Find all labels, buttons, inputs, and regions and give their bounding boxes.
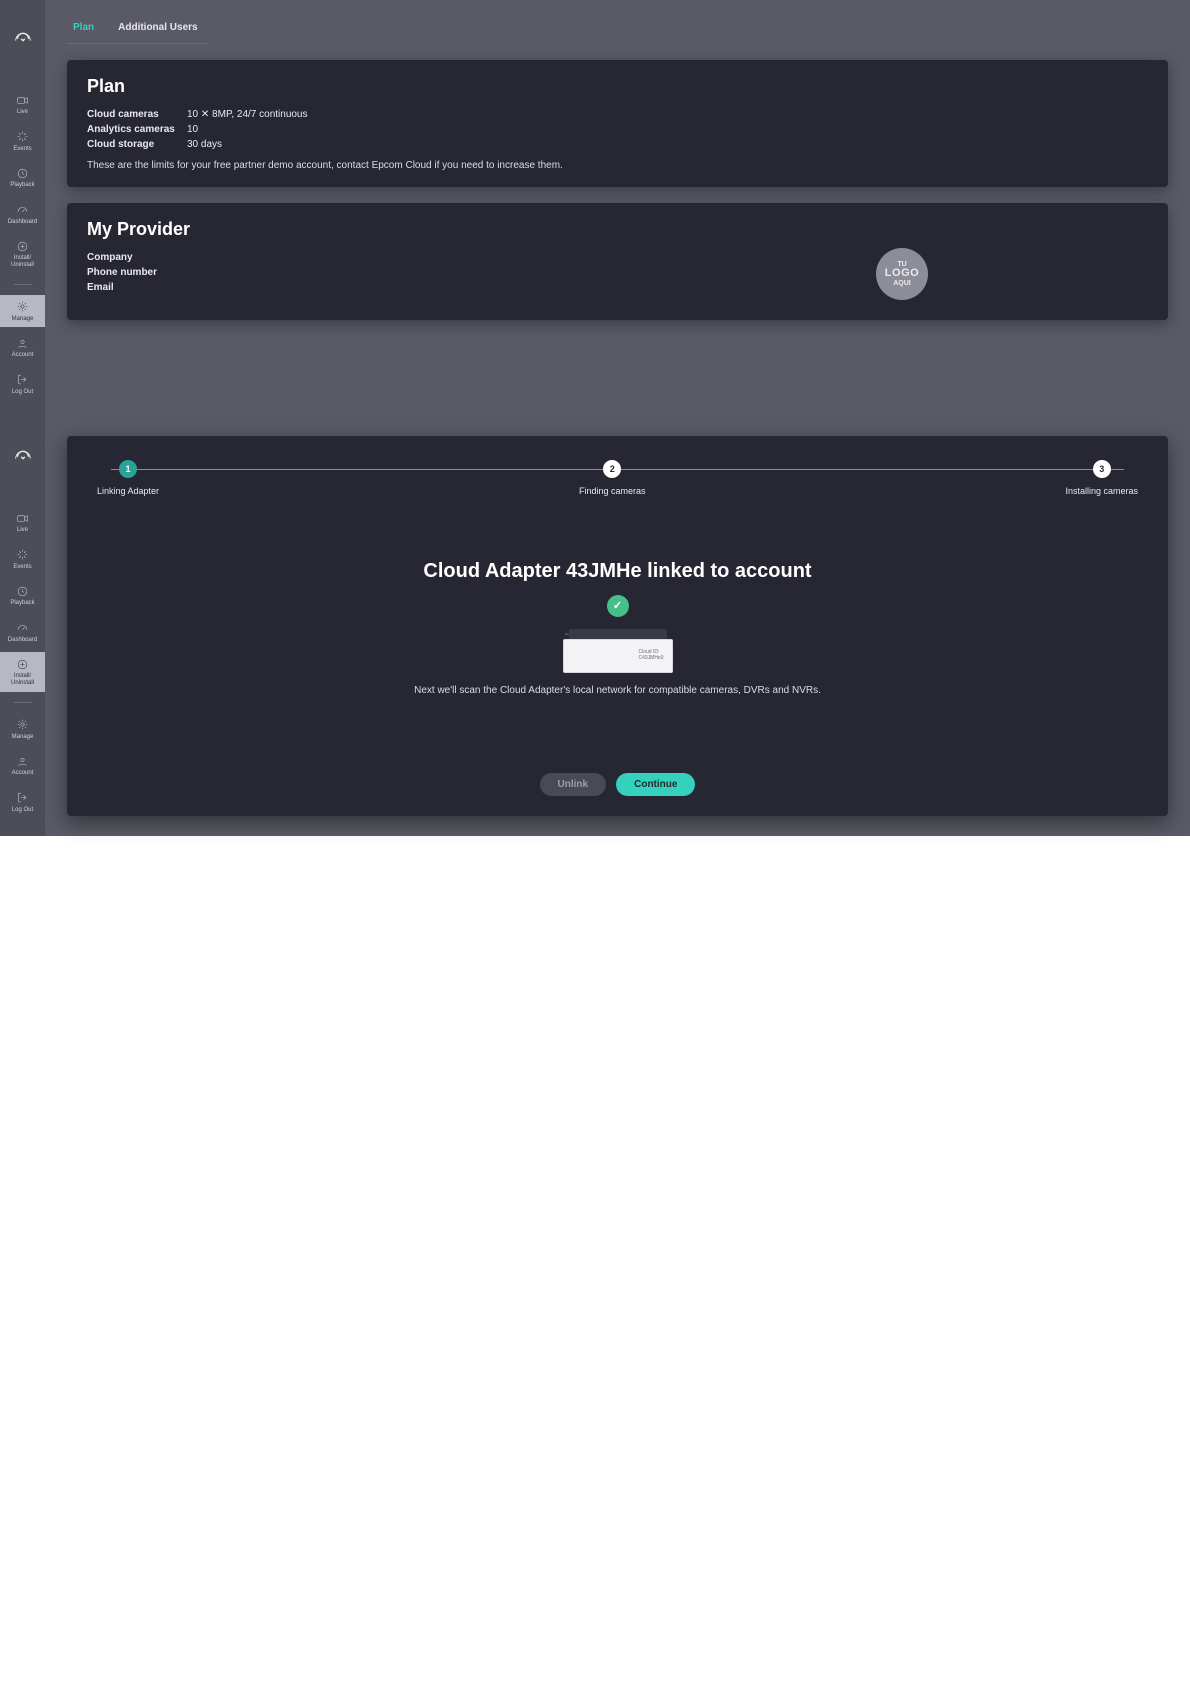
- step-1[interactable]: 1 Linking Adapter: [97, 460, 159, 496]
- sidebar-item-dashboard[interactable]: Dashboard: [0, 198, 45, 231]
- rewind-icon: [16, 584, 30, 598]
- sidebar: Live Events Playback Dashboard Install/ …: [0, 0, 45, 418]
- sidebar-item-label: Account: [12, 770, 34, 777]
- wizard-center: Cloud Adapter 43JMHe linked to account ✓…: [97, 504, 1138, 751]
- sidebar-item-playback[interactable]: Playback: [0, 161, 45, 194]
- main-content: Plan Additional Users Plan Cloud cameras…: [45, 0, 1190, 418]
- plan-row-val: 10 ✕ 8MP, 24/7 continuous: [187, 109, 308, 120]
- sidebar-item-label: Dashboard: [8, 219, 37, 226]
- wizard-subtitle: Next we'll scan the Cloud Adapter's loca…: [414, 685, 821, 696]
- plan-row-val: 30 days: [187, 139, 222, 150]
- sidebar-item-manage[interactable]: Manage: [0, 713, 45, 746]
- sidebar-item-manage[interactable]: Manage: [0, 295, 45, 328]
- step-label: Linking Adapter: [97, 486, 159, 496]
- provider-title: My Provider: [87, 219, 1148, 240]
- user-icon: [16, 336, 30, 350]
- logout-icon: [16, 791, 30, 805]
- sidebar-item-dashboard[interactable]: Dashboard: [0, 616, 45, 649]
- sidebar-item-live[interactable]: Live: [0, 88, 45, 121]
- sidebar-item-label: Install/ Uninstall: [11, 255, 34, 268]
- sidebar-item-logout[interactable]: Log Out: [0, 786, 45, 819]
- sidebar-item-account[interactable]: Account: [0, 749, 45, 782]
- logout-icon: [16, 373, 30, 387]
- sidebar-item-label: Manage: [12, 734, 34, 741]
- sidebar-item-label: Events: [13, 146, 31, 153]
- sidebar: Live Events Playback Dashboard Install/ …: [0, 418, 45, 836]
- step-number: 2: [603, 460, 621, 478]
- sidebar-item-label: Manage: [12, 316, 34, 323]
- tabs: Plan Additional Users: [67, 18, 1168, 42]
- sidebar-item-label: Live: [17, 109, 28, 116]
- unlink-button[interactable]: Unlink: [540, 773, 607, 796]
- continue-button[interactable]: Continue: [616, 773, 695, 796]
- sidebar-item-label: Live: [17, 527, 28, 534]
- sidebar-item-label: Log Out: [12, 807, 33, 814]
- wizard-panel: 1 Linking Adapter 2 Finding cameras 3 In…: [67, 436, 1168, 816]
- sidebar-divider: [14, 702, 32, 703]
- plan-title: Plan: [87, 76, 1148, 97]
- step-number: 1: [119, 460, 137, 478]
- sidebar-item-live[interactable]: Live: [0, 506, 45, 539]
- step-label: Finding cameras: [579, 486, 646, 496]
- brand-logo-icon: [12, 444, 34, 466]
- sidebar-item-account[interactable]: Account: [0, 331, 45, 364]
- sparkles-icon: [16, 548, 30, 562]
- sparkles-icon: [16, 130, 30, 144]
- step-2[interactable]: 2 Finding cameras: [579, 460, 646, 496]
- brand-logo-icon: [12, 26, 34, 48]
- wizard-content: 1 Linking Adapter 2 Finding cameras 3 In…: [45, 418, 1190, 836]
- tab-plan[interactable]: Plan: [67, 18, 100, 42]
- provider-row-key: Company: [87, 252, 187, 263]
- user-icon: [16, 754, 30, 768]
- gear-icon: [16, 718, 30, 732]
- provider-row-key: Phone number: [87, 267, 187, 278]
- sidebar-item-events[interactable]: Events: [0, 543, 45, 576]
- plus-circle-icon: [16, 239, 30, 253]
- device-tag-value: C43JMHe0: [638, 656, 663, 662]
- sidebar-item-playback[interactable]: Playback: [0, 579, 45, 612]
- logo-line: AQUI: [893, 280, 911, 287]
- manage-plan-screen: Live Events Playback Dashboard Install/ …: [0, 0, 1190, 418]
- sidebar-item-label: Playback: [10, 182, 34, 189]
- plan-row-val: 10: [187, 124, 198, 135]
- plan-note: These are the limits for your free partn…: [87, 160, 1148, 171]
- sidebar-item-label: Dashboard: [8, 637, 37, 644]
- sidebar-divider: [14, 284, 32, 285]
- rewind-icon: [16, 166, 30, 180]
- device-illustration: Cloud ID: C43JMHe0: [563, 629, 673, 673]
- wizard-title: Cloud Adapter 43JMHe linked to account: [423, 560, 811, 583]
- gauge-icon: [16, 203, 30, 217]
- sidebar-item-install[interactable]: Install/ Uninstall: [0, 234, 45, 273]
- sidebar-item-label: Log Out: [12, 389, 33, 396]
- step-number: 3: [1093, 460, 1111, 478]
- plan-row-key: Cloud storage: [87, 139, 187, 150]
- sidebar-item-label: Account: [12, 352, 34, 359]
- tab-additional-users[interactable]: Additional Users: [112, 18, 203, 42]
- check-icon: ✓: [607, 595, 629, 617]
- sidebar-item-label: Install/ Uninstall: [11, 673, 34, 686]
- gear-icon: [16, 300, 30, 314]
- gauge-icon: [16, 621, 30, 635]
- stepper: 1 Linking Adapter 2 Finding cameras 3 In…: [97, 460, 1138, 496]
- step-3[interactable]: 3 Installing cameras: [1065, 460, 1138, 496]
- sidebar-item-install[interactable]: Install/ Uninstall: [0, 652, 45, 691]
- camera-icon: [16, 511, 30, 525]
- sidebar-item-events[interactable]: Events: [0, 125, 45, 158]
- plan-panel: Plan Cloud cameras10 ✕ 8MP, 24/7 continu…: [67, 60, 1168, 187]
- provider-logo-placeholder: TU LOGO AQUI: [876, 248, 928, 300]
- provider-panel: My Provider Company Phone number Email T…: [67, 203, 1168, 320]
- sidebar-item-logout[interactable]: Log Out: [0, 368, 45, 401]
- sidebar-item-label: Playback: [10, 600, 34, 607]
- plan-row-key: Cloud cameras: [87, 109, 187, 120]
- sidebar-item-label: Events: [13, 564, 31, 571]
- wizard-actions: Unlink Continue: [97, 751, 1138, 796]
- step-label: Installing cameras: [1065, 486, 1138, 496]
- plus-circle-icon: [16, 657, 30, 671]
- install-wizard-screen: Live Events Playback Dashboard Install/ …: [0, 418, 1190, 836]
- logo-line: LOGO: [885, 268, 919, 280]
- camera-icon: [16, 93, 30, 107]
- provider-row-key: Email: [87, 282, 187, 293]
- plan-row-key: Analytics cameras: [87, 124, 187, 135]
